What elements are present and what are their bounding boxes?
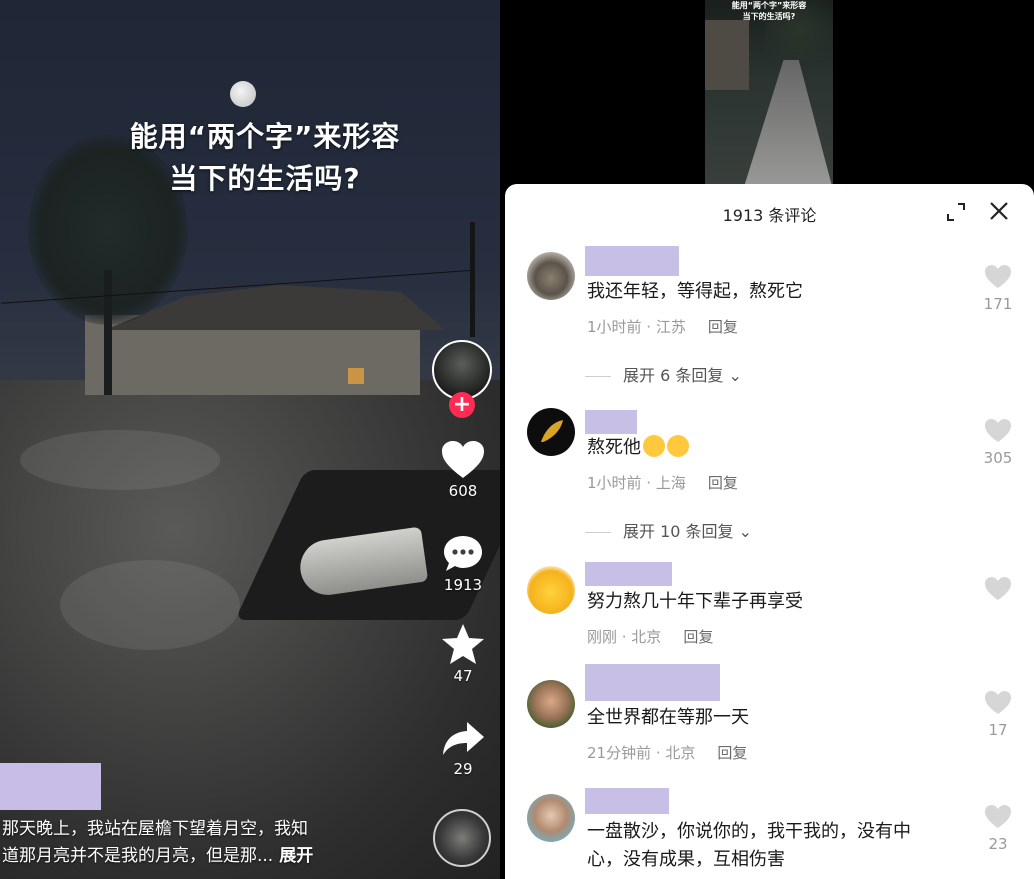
- caption-expand-link[interactable]: 展开: [279, 846, 313, 866]
- reply-button[interactable]: 回复: [683, 628, 713, 646]
- expand-replies-label: 展开 10 条回复: [623, 522, 734, 541]
- expand-icon[interactable]: [946, 202, 966, 222]
- avatar[interactable]: [527, 794, 575, 842]
- comments-sheet: 1913 条评论 我还年轻，等得起，熬死它 1小时前 · 江苏 回复 171 展开…: [505, 184, 1034, 879]
- heart-icon: [442, 441, 484, 478]
- reply-button[interactable]: 回复: [708, 318, 738, 336]
- avatar[interactable]: [527, 252, 575, 300]
- video-headline: 能用“两个字”来形容 当下的生活吗?: [0, 116, 500, 200]
- video-player[interactable]: 能用“两个字”来形容 当下的生活吗? + 608 1913 47 29 那天晚上…: [0, 0, 500, 879]
- commenter-name-redacted[interactable]: [585, 664, 720, 701]
- mini-video-title: 能用“两个字”来形容 当下的生活吗?: [705, 0, 833, 22]
- heart-outline-icon: [985, 691, 1011, 714]
- commenter-name-redacted[interactable]: [585, 246, 679, 276]
- comment-time: 21分钟前 · 北京: [587, 744, 696, 762]
- comment-like-button[interactable]: 23: [983, 804, 1013, 853]
- comment-text-value: 熬死他: [587, 437, 641, 458]
- follow-button[interactable]: +: [449, 392, 475, 418]
- heart-outline-icon: [985, 265, 1011, 288]
- feather-icon: [541, 420, 563, 442]
- heart-outline-icon: [985, 577, 1011, 600]
- comment-time: 1小时前 · 上海: [587, 474, 686, 492]
- avatar[interactable]: [527, 680, 575, 728]
- close-icon[interactable]: [988, 200, 1010, 222]
- mini-road: [743, 60, 833, 190]
- caption-line-1: 那天晚上，我站在屋檐下望着月空，我知: [2, 819, 308, 839]
- comment-meta: 刚刚 · 北京 回复: [587, 626, 713, 647]
- comment-view: 能用“两个字”来形容 当下的生活吗? 1913 条评论 我还年轻，等得起，熬死它…: [505, 0, 1034, 879]
- comment-time: 刚刚 · 北京: [587, 628, 662, 646]
- share-count: 29: [453, 760, 473, 778]
- chevron-down-icon: ⌄: [738, 522, 753, 541]
- comment-text-line-2: 心，没有成果，互相伤害: [587, 849, 785, 870]
- comment-meta: 1小时前 · 江苏 回复: [587, 316, 738, 337]
- comment-text-line-1: 一盘散沙，你说你的，我干我的，没有中: [587, 821, 911, 842]
- comment-text: 我还年轻，等得起，熬死它: [587, 281, 803, 302]
- caption-line-2: 道那月亮并不是我的月亮，但是那...: [2, 846, 274, 866]
- comment-text: 全世界都在等那一天: [587, 707, 749, 728]
- comment-text: 熬死他: [587, 434, 967, 462]
- comment-like-button[interactable]: 171: [983, 264, 1013, 313]
- share-arrow-icon: [443, 722, 484, 755]
- comment-meta: 1小时前 · 上海 回复: [587, 472, 738, 493]
- headline-line-2: 当下的生活吗?: [169, 162, 361, 195]
- video-caption: 那天晚上，我站在屋檐下望着月空，我知 道那月亮并不是我的月亮，但是那... 展开: [2, 816, 382, 870]
- expand-replies-button[interactable]: 展开 6 条回复 ⌄: [585, 362, 742, 386]
- music-disc-icon[interactable]: [433, 809, 491, 867]
- comment-like-count: 23: [988, 835, 1008, 853]
- commenter-name-redacted[interactable]: [585, 562, 672, 586]
- expand-replies-label: 展开 6 条回复: [623, 366, 724, 385]
- comment-like-button[interactable]: 305: [983, 418, 1013, 467]
- moon-icon: [230, 81, 256, 107]
- comment-meta: 21分钟前 · 北京 回复: [587, 742, 747, 763]
- comment-bubble-icon: [444, 536, 482, 571]
- tree-trunk: [104, 270, 112, 395]
- chevron-down-icon: ⌄: [728, 366, 742, 385]
- commenter-name-redacted[interactable]: [585, 788, 669, 814]
- dirt-path: [60, 560, 240, 650]
- reply-button[interactable]: 回复: [717, 744, 747, 762]
- favorite-button[interactable]: 47: [430, 623, 496, 685]
- like-count: 608: [448, 482, 478, 500]
- mini-title-line-1: 能用“两个字”来形容: [731, 1, 807, 10]
- dirt-path: [20, 430, 220, 490]
- favorite-count: 47: [453, 667, 473, 685]
- laughing-emoji-icon: [667, 435, 689, 457]
- creator-avatar[interactable]: [432, 340, 492, 400]
- comment-like-count: 171: [983, 295, 1013, 313]
- reply-button[interactable]: 回复: [708, 474, 738, 492]
- star-icon: [442, 624, 484, 664]
- like-button[interactable]: 608: [430, 440, 496, 500]
- comment-like-count: 305: [983, 449, 1013, 467]
- laughing-emoji-icon: [643, 435, 665, 457]
- mini-video-preview[interactable]: 能用“两个字”来形容 当下的生活吗?: [705, 0, 833, 190]
- lit-window: [348, 368, 364, 384]
- expand-replies-button[interactable]: 展开 10 条回复 ⌄: [585, 518, 752, 542]
- avatar[interactable]: [527, 408, 575, 456]
- author-name-redacted[interactable]: [0, 763, 101, 810]
- share-button[interactable]: 29: [430, 720, 496, 778]
- mini-house: [705, 20, 749, 90]
- comment-text: 努力熬几十年下辈子再享受: [587, 591, 803, 612]
- headline-line-1: 能用“两个字”来形容: [129, 120, 401, 153]
- mini-title-line-2: 当下的生活吗?: [742, 12, 796, 21]
- commenter-name-redacted[interactable]: [585, 410, 637, 434]
- comment-time: 1小时前 · 江苏: [587, 318, 686, 336]
- comment-text: 一盘散沙，你说你的，我干我的，没有中 心，没有成果，互相伤害: [587, 818, 967, 874]
- comment-like-button[interactable]: [983, 576, 1013, 607]
- comment-like-button[interactable]: 17: [983, 690, 1013, 739]
- comment-like-count: 17: [988, 721, 1008, 739]
- heart-outline-icon: [985, 419, 1011, 442]
- comment-button[interactable]: 1913: [430, 534, 496, 594]
- avatar[interactable]: [527, 566, 575, 614]
- utility-pole: [470, 222, 475, 337]
- heart-outline-icon: [985, 805, 1011, 828]
- comment-count: 1913: [443, 576, 483, 594]
